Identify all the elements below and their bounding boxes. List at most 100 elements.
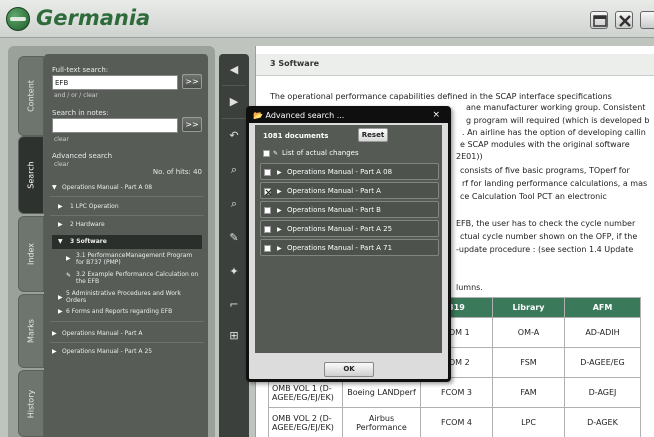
item-checkbox[interactable] xyxy=(264,226,271,233)
advanced-clear-link[interactable]: clear xyxy=(54,161,69,168)
divider xyxy=(50,215,204,216)
arrow-left-icon[interactable]: ◀ xyxy=(226,62,242,78)
zoom-out-icon[interactable]: ⌕ xyxy=(226,196,242,212)
doc-text: 2E01)) xyxy=(456,152,483,161)
table-row: OMB VOL 2 (D-AGEE/EG/EJ/EK) Airbus Perfo… xyxy=(268,407,641,437)
expand-icon[interactable]: ▶ xyxy=(277,221,282,238)
tree-item-oma[interactable]: ▶ Operations Manual - Part A xyxy=(52,330,206,340)
table-cell: FAM xyxy=(492,377,565,408)
doc-text: consists of five basic programs, TOperf … xyxy=(460,166,630,175)
doc-toolbar: ◀ ▶ ↶ ⌕ ⌕ ✎ ✦ ⌐ ⊞ xyxy=(219,54,249,437)
table-cell: FCOM 3 xyxy=(420,377,493,408)
ok-button[interactable]: OK xyxy=(324,362,374,377)
pen-icon[interactable]: ✎ xyxy=(226,230,242,246)
tree-label: Operations Manual - Part A 25 xyxy=(62,348,153,355)
table-cell: D-AGEJ xyxy=(564,377,641,408)
list-item[interactable]: ▶ Operations Manual - Part A 08 xyxy=(260,163,439,180)
tree-label: 3 Software xyxy=(70,238,107,245)
advanced-search-link[interactable]: Advanced search xyxy=(52,152,112,160)
undo-icon[interactable]: ↶ xyxy=(226,128,242,144)
item-checkbox[interactable] xyxy=(264,207,271,214)
tab-search-label: Search xyxy=(26,161,36,189)
tree-label: Operations Manual - Part A xyxy=(62,330,143,337)
notes-clear-link[interactable]: clear xyxy=(54,136,69,143)
table-cell: OM-A xyxy=(492,317,565,348)
window-icon xyxy=(593,15,607,27)
tree-label: 5 Administrative Procedures and Work Ord… xyxy=(66,290,181,304)
list-item[interactable]: ▶ Operations Manual - Part B xyxy=(260,201,439,218)
tab-search[interactable]: Search xyxy=(18,136,44,214)
tree-item-lpc[interactable]: ▶ 1 LPC Operation xyxy=(58,203,212,213)
pin-icon[interactable]: ✦ xyxy=(226,264,242,280)
tab-content[interactable]: Content xyxy=(18,56,44,136)
doc-text: e SCAP modules with the original softwar… xyxy=(460,140,630,149)
split-icon[interactable]: ⊞ xyxy=(226,328,242,344)
zoom-in-icon[interactable]: ⌕ xyxy=(226,162,242,178)
notes-input[interactable] xyxy=(52,118,178,133)
doc-text: ane manufacturer working group. Consiste… xyxy=(466,103,646,112)
notes-go-button[interactable]: >> xyxy=(182,117,202,132)
divider xyxy=(222,118,246,119)
item-label: Operations Manual - Part B xyxy=(287,206,381,214)
item-label: Operations Manual - Part A 71 xyxy=(287,244,393,252)
doc-text: g program will required (which is develo… xyxy=(466,116,650,125)
operators-links[interactable]: and / or / clear xyxy=(54,92,98,99)
tree-item-example[interactable]: ✎ 3.2 Example Performance Calculation on … xyxy=(66,271,202,287)
tree-item-admin[interactable]: ▶ 5 Administrative Procedures and Work Or… xyxy=(58,290,202,306)
list-item[interactable]: ▶ Operations Manual - Part A 71 xyxy=(260,239,439,256)
list-changes-row[interactable]: ✎ List of actual changes xyxy=(260,145,439,162)
tools-button[interactable] xyxy=(615,11,633,29)
tab-marks-label: Marks xyxy=(26,319,36,343)
doc-text: rf for landing performance calculations,… xyxy=(462,179,648,188)
table-cell: FSM xyxy=(492,347,565,378)
fulltext-input[interactable] xyxy=(52,75,178,90)
list-changes-label: List of actual changes xyxy=(282,149,359,157)
tree-item-hardware[interactable]: ▶ 2 Hardware xyxy=(58,221,212,231)
item-checkbox[interactable] xyxy=(264,245,271,252)
expand-icon[interactable]: ▶ xyxy=(277,164,282,181)
table-header: AFM xyxy=(564,297,641,318)
close-icon[interactable]: × xyxy=(432,110,440,120)
notes-label: Search in notes: xyxy=(52,109,109,117)
table-cell: LPC xyxy=(492,407,565,437)
table-cell: OMB VOL 2 (D-AGEE/EG/EJ/EK) xyxy=(268,407,343,437)
table-cell: Airbus Performance xyxy=(342,407,421,437)
tab-index[interactable]: Index xyxy=(18,216,44,292)
window-icon-button[interactable] xyxy=(590,11,608,29)
tree-label: 3.1 PerformanceManagement Program for B7… xyxy=(76,252,193,266)
tree-item-oma-25[interactable]: ▶ Operations Manual - Part A 25 xyxy=(52,348,206,358)
item-label: Operations Manual - Part A xyxy=(287,187,381,195)
app-title: Germania xyxy=(36,6,151,30)
more-button[interactable] xyxy=(640,11,654,29)
fulltext-go-button[interactable]: >> xyxy=(182,74,202,89)
tree-item-forms[interactable]: ▶ 6 Forms and Reports regarding EFB xyxy=(58,308,202,318)
fulltext-label: Full-text search: xyxy=(52,66,109,74)
item-checkbox[interactable] xyxy=(264,169,271,176)
list-item[interactable]: ▶ Operations Manual - Part A xyxy=(260,182,439,199)
arrow-right-icon[interactable]: ▶ xyxy=(226,94,242,110)
tools-icon xyxy=(619,15,631,27)
logo-icon xyxy=(6,7,30,31)
hits-count: No. of hits: 40 xyxy=(152,168,202,176)
dialog-titlebar[interactable]: 📂 Advanced search ... xyxy=(249,109,448,123)
table-cell: D-AGEK xyxy=(564,407,641,437)
expand-icon[interactable]: ▶ xyxy=(277,183,282,200)
divider xyxy=(50,321,204,322)
crop-icon[interactable]: ⌐ xyxy=(226,297,242,313)
tab-marks[interactable]: Marks xyxy=(18,294,44,368)
list-item[interactable]: ▶ Operations Manual - Part A 25 xyxy=(260,220,439,237)
tree-item-software[interactable]: ▼ 3 Software xyxy=(52,235,202,249)
item-label: Operations Manual - Part A 08 xyxy=(287,168,393,176)
advanced-search-dialog: 📂 Advanced search ... × 1081 documents R… xyxy=(246,106,451,382)
expand-icon[interactable]: ▶ xyxy=(277,240,282,257)
tree-item-oma-08[interactable]: ▼ Operations Manual - Part A 08 xyxy=(52,184,206,194)
list-changes-checkbox[interactable] xyxy=(263,150,270,157)
tree-item-pmp[interactable]: ▶ 3.1 PerformanceManagement Program for B… xyxy=(66,252,202,268)
tab-history[interactable]: History xyxy=(18,370,44,437)
table-cell: AD-ADIH xyxy=(564,317,641,348)
expand-icon[interactable]: ▶ xyxy=(277,202,282,219)
item-checkbox-checked[interactable] xyxy=(264,188,272,196)
tab-content-label: Content xyxy=(26,80,36,112)
reset-button[interactable]: Reset xyxy=(358,128,388,142)
document-heading: 3 Software xyxy=(256,54,654,76)
